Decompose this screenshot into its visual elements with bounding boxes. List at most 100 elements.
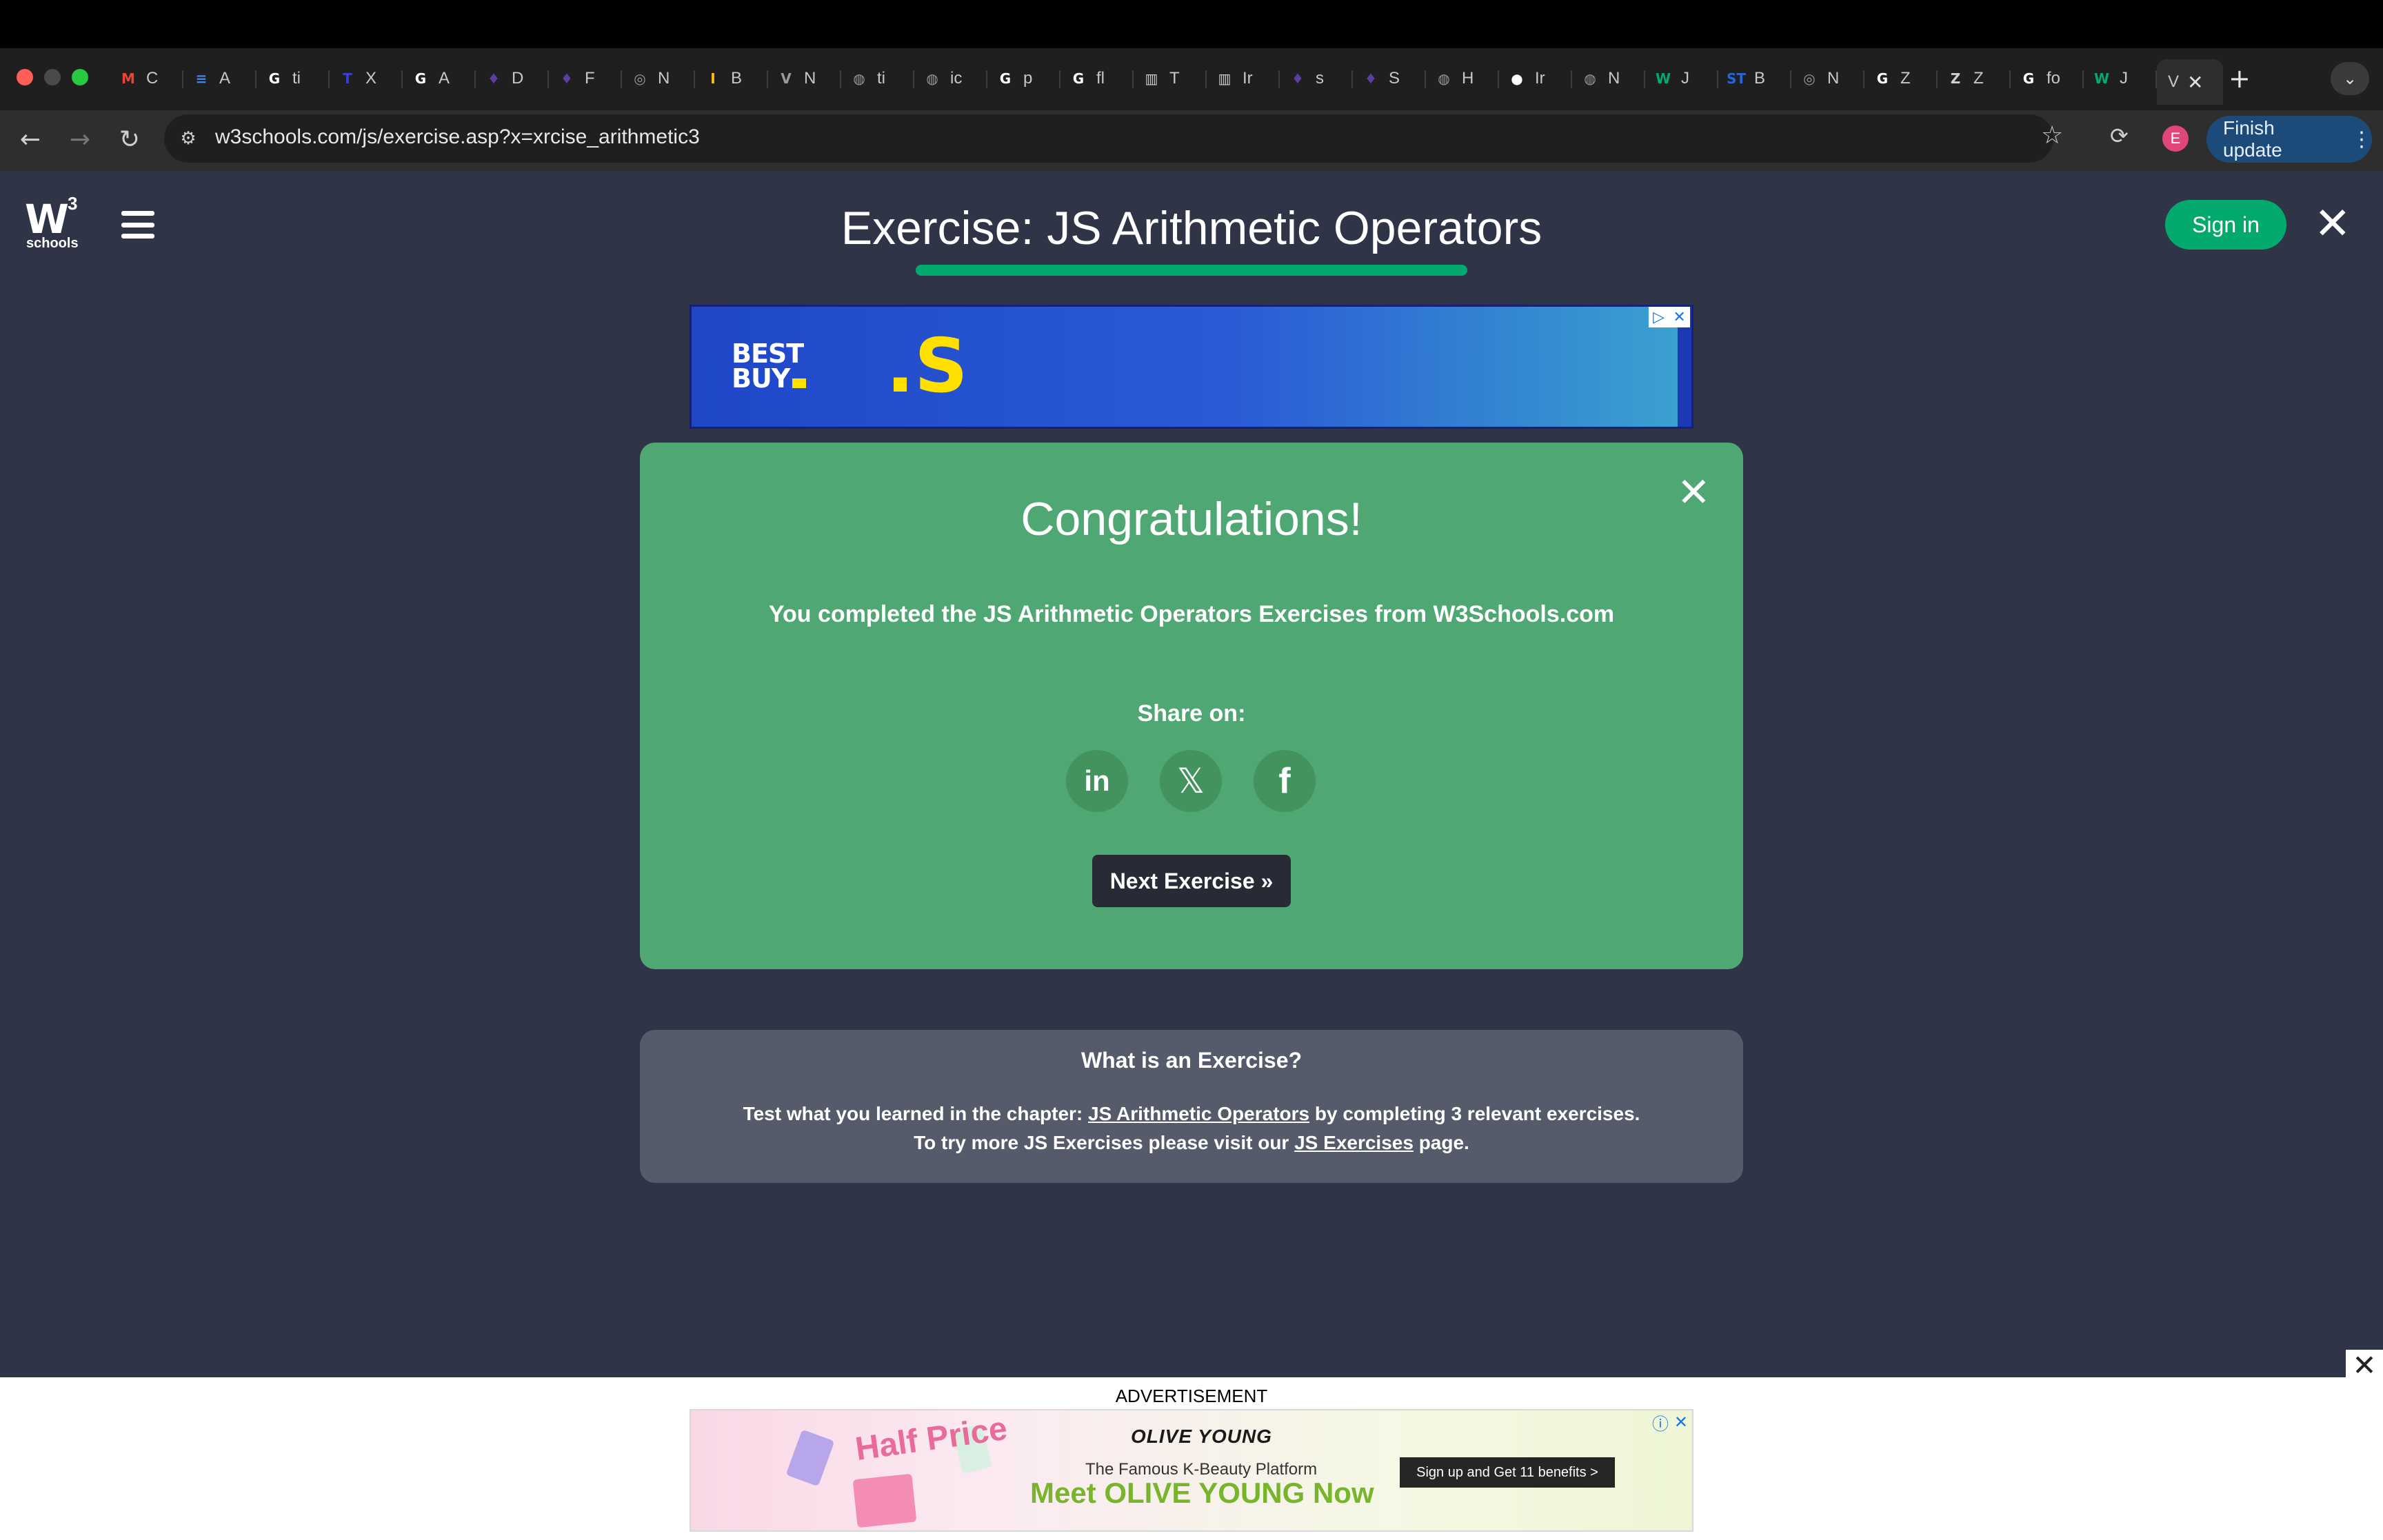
tab-title: B — [731, 69, 743, 88]
window-zoom-button[interactable] — [72, 69, 88, 85]
tool-icon: ♦ — [1291, 70, 1304, 87]
congrats-message: You completed the JS Arithmetic Operator… — [768, 601, 1615, 627]
browser-tab[interactable]: Gp — [987, 59, 1060, 98]
tab-list: M C ≡ A Gti T X G A ♦ D ♦ F ◎ N I B V N ◍ ti ◍ ic Gp Gfl ▥ T ▥ Ir ♦ s ♦… — [110, 59, 2223, 105]
site-info-icon[interactable]: ⚙ — [177, 127, 200, 150]
olive-young-logo: OLIVE YOUNG — [1131, 1426, 1272, 1447]
tab-title: Ir — [1243, 69, 1253, 88]
close-icon[interactable]: ✕ — [2314, 199, 2351, 250]
tab-title: X — [365, 69, 377, 88]
tab-title: N — [1608, 69, 1620, 88]
tab-title: D — [512, 69, 524, 88]
t-icon: T — [343, 70, 352, 87]
browser-tab[interactable]: ● Ir — [1499, 59, 1572, 98]
tab-title: s — [1316, 69, 1324, 88]
chapter-link[interactable]: JS Arithmetic Operators — [1088, 1103, 1309, 1124]
x-twitter-icon[interactable]: 𝕏 — [1160, 750, 1222, 812]
gmail-icon: M — [121, 70, 135, 87]
ad-choices-icon[interactable]: ▷ ✕ — [1649, 307, 1690, 327]
chrome-icon: ◎ — [1803, 70, 1816, 87]
tool-icon: ♦ — [1365, 70, 1377, 87]
browser-tab[interactable]: ST B — [1718, 59, 1791, 98]
finish-update-button[interactable]: Finish update ⋮ — [2206, 116, 2372, 163]
finish-update-label: Finish update — [2223, 117, 2282, 161]
github-icon: ● — [1511, 70, 1523, 87]
extensions-icon[interactable]: ⟳ — [2110, 123, 2129, 149]
bookmark-star-icon[interactable]: ☆ — [2041, 121, 2063, 150]
back-arrow-icon[interactable]: ← — [14, 123, 47, 156]
globe-icon: ◍ — [853, 70, 865, 87]
window-close-button[interactable] — [17, 69, 33, 85]
new-tab-button[interactable]: + — [2229, 63, 2251, 94]
info-title: What is an Exercise? — [1080, 1048, 1303, 1073]
bestbuy-tag-icon — [792, 378, 806, 388]
browser-tab[interactable]: ◍ ic — [914, 59, 987, 98]
google-icon: G — [2022, 70, 2035, 87]
forward-arrow-icon[interactable]: → — [63, 123, 97, 156]
browser-tab[interactable]: Gfl — [1060, 59, 1134, 98]
banner-ad[interactable]: BEST BUY .S ▷ ✕ — [690, 305, 1693, 429]
browser-tab[interactable]: ◍ N — [1572, 59, 1645, 98]
active-tab[interactable]: V ✕ — [2157, 59, 2223, 105]
browser-tab[interactable]: GZ — [1864, 59, 1938, 98]
chrome-icon: ◎ — [634, 70, 646, 87]
ad-choices-icon[interactable]: ⓘ ✕ — [1649, 1412, 1691, 1434]
browser-tab[interactable]: ◍ H — [1426, 59, 1499, 98]
browser-tab[interactable]: ZZ — [1938, 59, 2011, 98]
google-icon: G — [1876, 70, 1889, 87]
st-icon: ST — [1726, 70, 1747, 87]
browser-tab[interactable]: ♦ D — [476, 59, 549, 98]
browser-tab[interactable]: ♦ s — [1280, 59, 1353, 98]
url-text[interactable]: w3schools.com/js/exercise.asp?x=xrcise_a… — [215, 125, 700, 149]
info-line-1-prefix: Test what you learned in the chapter: — [743, 1103, 1089, 1124]
browser-tab[interactable]: Gfo — [2011, 59, 2084, 98]
tab-title: C — [146, 69, 159, 88]
bank-icon: ▥ — [1218, 70, 1231, 87]
ad-glyph: .S — [886, 323, 968, 409]
next-exercise-button[interactable]: Next Exercise » — [1092, 855, 1291, 907]
z-icon: Z — [1950, 70, 1961, 87]
browser-tab[interactable]: ◎ N — [1791, 59, 1864, 98]
tab-title: A — [439, 69, 450, 88]
browser-tab[interactable]: VN — [768, 59, 841, 98]
browser-tab[interactable]: ♦ F — [549, 59, 622, 98]
google-icon: G — [414, 70, 427, 87]
tab-title: ic — [950, 69, 963, 88]
profile-avatar[interactable]: E — [2162, 125, 2189, 152]
browser-tab[interactable]: Gti — [257, 59, 330, 98]
info-line-2: To try more JS Exercises please visit ou… — [640, 1132, 1743, 1154]
ad-bar-close-icon[interactable]: ✕ — [2346, 1348, 2383, 1382]
browser-tab[interactable]: ▥ T — [1134, 59, 1207, 98]
i-icon: I — [710, 70, 716, 87]
browser-tab[interactable]: IB — [695, 59, 768, 98]
tab-title: ti — [292, 69, 301, 88]
browser-tab[interactable]: TX — [330, 59, 403, 98]
facebook-icon[interactable]: f — [1254, 750, 1316, 812]
tab-title: B — [1754, 69, 1766, 88]
window-minimize-button[interactable] — [44, 69, 61, 85]
w3-icon: W — [1655, 70, 1671, 87]
browser-tab[interactable]: WJ — [1645, 59, 1718, 98]
reload-icon[interactable]: ↻ — [113, 123, 146, 156]
page-title: Exercise: JS Arithmetic Operators — [841, 202, 1542, 254]
browser-tab[interactable]: GA — [403, 59, 476, 98]
browser-tab[interactable]: ◍ ti — [841, 59, 914, 98]
browser-tab[interactable]: ◎ N — [622, 59, 695, 98]
info-line-2-prefix: To try more JS Exercises please visit ou… — [914, 1132, 1295, 1153]
more-menu-icon[interactable]: ⋮ — [2351, 128, 2372, 152]
browser-tab[interactable]: ▥ Ir — [1207, 59, 1280, 98]
js-exercises-link[interactable]: JS Exercises — [1294, 1132, 1414, 1153]
tab-search-button[interactable]: ⌄ — [2331, 62, 2369, 95]
browser-tab[interactable]: ♦ S — [1353, 59, 1426, 98]
info-line-1-suffix: by completing 3 relevant exercises. — [1309, 1103, 1640, 1124]
browser-tab[interactable]: ≡ A — [183, 59, 257, 98]
tab-close-icon[interactable]: ✕ — [2187, 71, 2203, 94]
browser-tab[interactable]: WJ — [2084, 59, 2157, 98]
sign-in-button[interactable]: Sign in — [2165, 200, 2286, 250]
congrats-title: Congratulations! — [1020, 493, 1363, 545]
ad-cta-button[interactable]: Sign up and Get 11 benefits > — [1400, 1457, 1615, 1488]
tab-title: fl — [1096, 69, 1105, 88]
browser-tab[interactable]: MC — [110, 59, 183, 98]
docs-icon: ≡ — [195, 70, 208, 87]
linkedin-icon[interactable]: in — [1066, 750, 1128, 812]
